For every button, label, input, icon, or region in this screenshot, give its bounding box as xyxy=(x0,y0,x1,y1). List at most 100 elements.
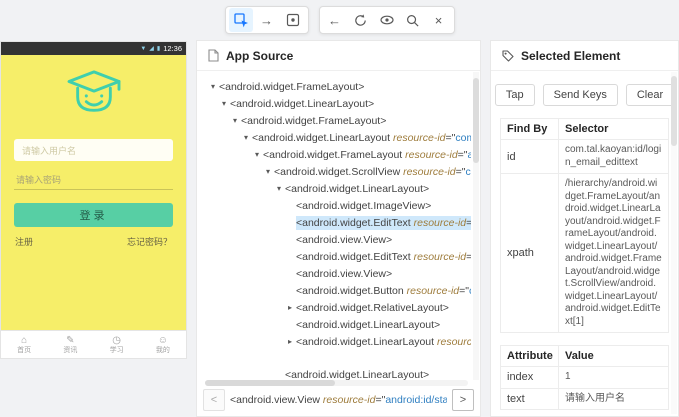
study-icon: ◷ xyxy=(112,335,121,346)
table-row: index1 xyxy=(501,367,669,389)
tree-node-label: <android.view.View> xyxy=(296,233,471,247)
news-icon: ✎ xyxy=(66,335,74,346)
refresh-button[interactable] xyxy=(349,8,373,32)
tree-row[interactable]: ▸<android.widget.LinearLayout resource-i… xyxy=(197,333,471,350)
home-icon: ⌂ xyxy=(21,335,27,346)
right-scrollbar[interactable] xyxy=(671,72,677,414)
eye-icon xyxy=(379,12,395,28)
column-header: Value xyxy=(559,346,669,367)
tree-row[interactable]: <android.view.View> xyxy=(197,265,471,282)
tree-footer-node[interactable]: <android.view.View resource-id="android:… xyxy=(230,394,447,406)
username-field[interactable]: 请输入用户名 xyxy=(14,139,173,161)
select-element-icon xyxy=(233,12,249,28)
tree-row[interactable]: <android.view.View> xyxy=(197,231,471,248)
tree-node-label: <android.widget.FrameLayout resource-id=… xyxy=(263,148,471,162)
caret-right-icon[interactable]: ▸ xyxy=(284,337,296,346)
record-button[interactable] xyxy=(375,8,399,32)
vertical-scrollbar[interactable] xyxy=(473,72,479,380)
tab-profile[interactable]: ☺我的 xyxy=(140,331,186,358)
caret-down-icon[interactable]: ▾ xyxy=(218,99,230,108)
row-key: text xyxy=(501,388,559,410)
source-tree: ▾<android.widget.FrameLayout>▾<android.w… xyxy=(197,72,471,380)
tree-node-label: <android.widget.FrameLayout> xyxy=(241,114,471,128)
forgot-password-link[interactable]: 忘记密码？ xyxy=(127,235,172,248)
tab-label: 资讯 xyxy=(63,346,77,355)
caret-right-icon[interactable]: ▸ xyxy=(284,303,296,312)
caret-down-icon[interactable]: ▾ xyxy=(240,133,252,142)
column-header: Selector xyxy=(559,119,669,140)
session-tools-group: ← × xyxy=(319,6,455,34)
device-screenshot-mirror[interactable]: ▼◢▮ 12:36 请输入用户名 请输入密码 登录 注册 忘记密码？ ⌂首页✎资… xyxy=(1,42,186,358)
tree-row[interactable]: <android.widget.LinearLayout> xyxy=(197,366,471,380)
tree-row[interactable]: ▾<android.widget.FrameLayout> xyxy=(197,78,471,95)
caret-down-icon[interactable]: ▾ xyxy=(262,167,274,176)
tree-row[interactable]: ▾<android.widget.FrameLayout resource-id… xyxy=(197,146,471,163)
tree-node-label: <android.widget.ScrollView resource-id="… xyxy=(274,165,471,179)
tab-news[interactable]: ✎资讯 xyxy=(47,331,93,358)
tab-study[interactable]: ◷学习 xyxy=(94,331,140,358)
tree-node-label: <android.widget.LinearLayout> xyxy=(296,318,471,332)
app-source-panel: App Source ▾<android.widget.FrameLayout>… xyxy=(196,40,481,417)
close-icon: × xyxy=(435,13,443,28)
tree-row[interactable]: ▾<android.widget.LinearLayout resource-i… xyxy=(197,129,471,146)
row-key: index xyxy=(501,367,559,389)
tree-node-label: <android.widget.LinearLayout resource-id… xyxy=(296,335,471,349)
tab-label: 我的 xyxy=(156,346,170,355)
attributes-table: AttributeValueindex1text请输入用户名 xyxy=(500,345,669,410)
tree-node-label: <android.widget.LinearLayout> xyxy=(285,368,471,381)
tree-node-label: <android.widget.Button resource-id="com.… xyxy=(296,284,471,298)
caret-down-icon[interactable]: ▾ xyxy=(251,150,263,159)
caret-down-icon[interactable]: ▾ xyxy=(207,82,219,91)
tree-row[interactable]: <android.widget.Button resource-id="com.… xyxy=(197,282,471,299)
search-button[interactable] xyxy=(401,8,425,32)
tree-row[interactable]: ▾<android.widget.LinearLayout> xyxy=(197,95,471,112)
column-header: Attribute xyxy=(501,346,559,367)
column-header: Find By xyxy=(501,119,559,140)
caret-down-icon[interactable]: ▾ xyxy=(273,184,285,193)
password-field[interactable]: 请输入密码 xyxy=(14,170,173,190)
register-link[interactable]: 注册 xyxy=(15,235,33,248)
tree-node-label: <android.widget.FrameLayout> xyxy=(219,80,471,94)
selected-element-panel: Selected Element Tap Send Keys Clear Find … xyxy=(490,40,679,417)
selected-element-title: Selected Element xyxy=(521,49,620,63)
tree-row[interactable]: <android.widget.LinearLayout> xyxy=(197,316,471,333)
tree-footer: < <android.view.View resource-id="androi… xyxy=(203,388,474,412)
tree-row[interactable]: ▾<android.widget.LinearLayout> xyxy=(197,180,471,197)
login-links: 注册 忘记密码？ xyxy=(15,235,172,248)
tree-row[interactable]: ▾<android.widget.FrameLayout> xyxy=(197,112,471,129)
tree-row[interactable]: ▾<android.widget.ScrollView resource-id=… xyxy=(197,163,471,180)
tree-node-label: <android.widget.EditText resource-id="co… xyxy=(296,216,471,230)
quit-session-button[interactable]: × xyxy=(427,8,451,32)
back-button[interactable]: ← xyxy=(323,8,347,32)
row-value: com.tal.kaoyan:id/login_email_edittext xyxy=(559,140,669,174)
app-source-header: App Source xyxy=(197,41,480,71)
find-by-table: Find BySelectoridcom.tal.kaoyan:id/login… xyxy=(500,118,669,333)
password-placeholder: 请输入密码 xyxy=(16,173,61,186)
tap-button[interactable]: Tap xyxy=(495,84,535,106)
horizontal-scrollbar[interactable] xyxy=(205,380,468,386)
tree-row[interactable]: <android.widget.EditText resource-id="co… xyxy=(197,248,471,265)
status-icon: ◢ xyxy=(149,46,154,52)
tab-home[interactable]: ⌂首页 xyxy=(1,331,47,358)
login-button[interactable]: 登录 xyxy=(14,203,173,227)
clear-button[interactable]: Clear xyxy=(626,84,674,106)
back-icon: ← xyxy=(328,13,341,28)
tree-row[interactable]: ▸<android.widget.RelativeLayout> xyxy=(197,299,471,316)
tree-row[interactable]: <android.widget.EditText resource-id="co… xyxy=(197,214,471,231)
row-key: xpath xyxy=(501,174,559,333)
caret-down-icon[interactable]: ▾ xyxy=(229,116,241,125)
select-element-button[interactable] xyxy=(229,8,253,32)
device-status-bar: ▼◢▮ 12:36 xyxy=(1,42,186,55)
selected-element-header: Selected Element xyxy=(491,41,678,71)
scroll-left-button[interactable]: < xyxy=(203,389,225,411)
app-source-title: App Source xyxy=(226,49,293,63)
tag-icon xyxy=(502,50,514,62)
tap-coordinates-icon xyxy=(285,12,301,28)
swipe-coordinates-button[interactable]: → xyxy=(255,8,279,32)
status-icons: ▼◢▮ xyxy=(140,46,160,52)
scroll-right-button[interactable]: > xyxy=(452,389,474,411)
tap-coordinates-button[interactable] xyxy=(281,8,305,32)
tree-row[interactable]: <android.widget.ImageView> xyxy=(197,197,471,214)
table-row: xpath/hierarchy/android.widget.FrameLayo… xyxy=(501,174,669,333)
send-keys-button[interactable]: Send Keys xyxy=(543,84,618,106)
